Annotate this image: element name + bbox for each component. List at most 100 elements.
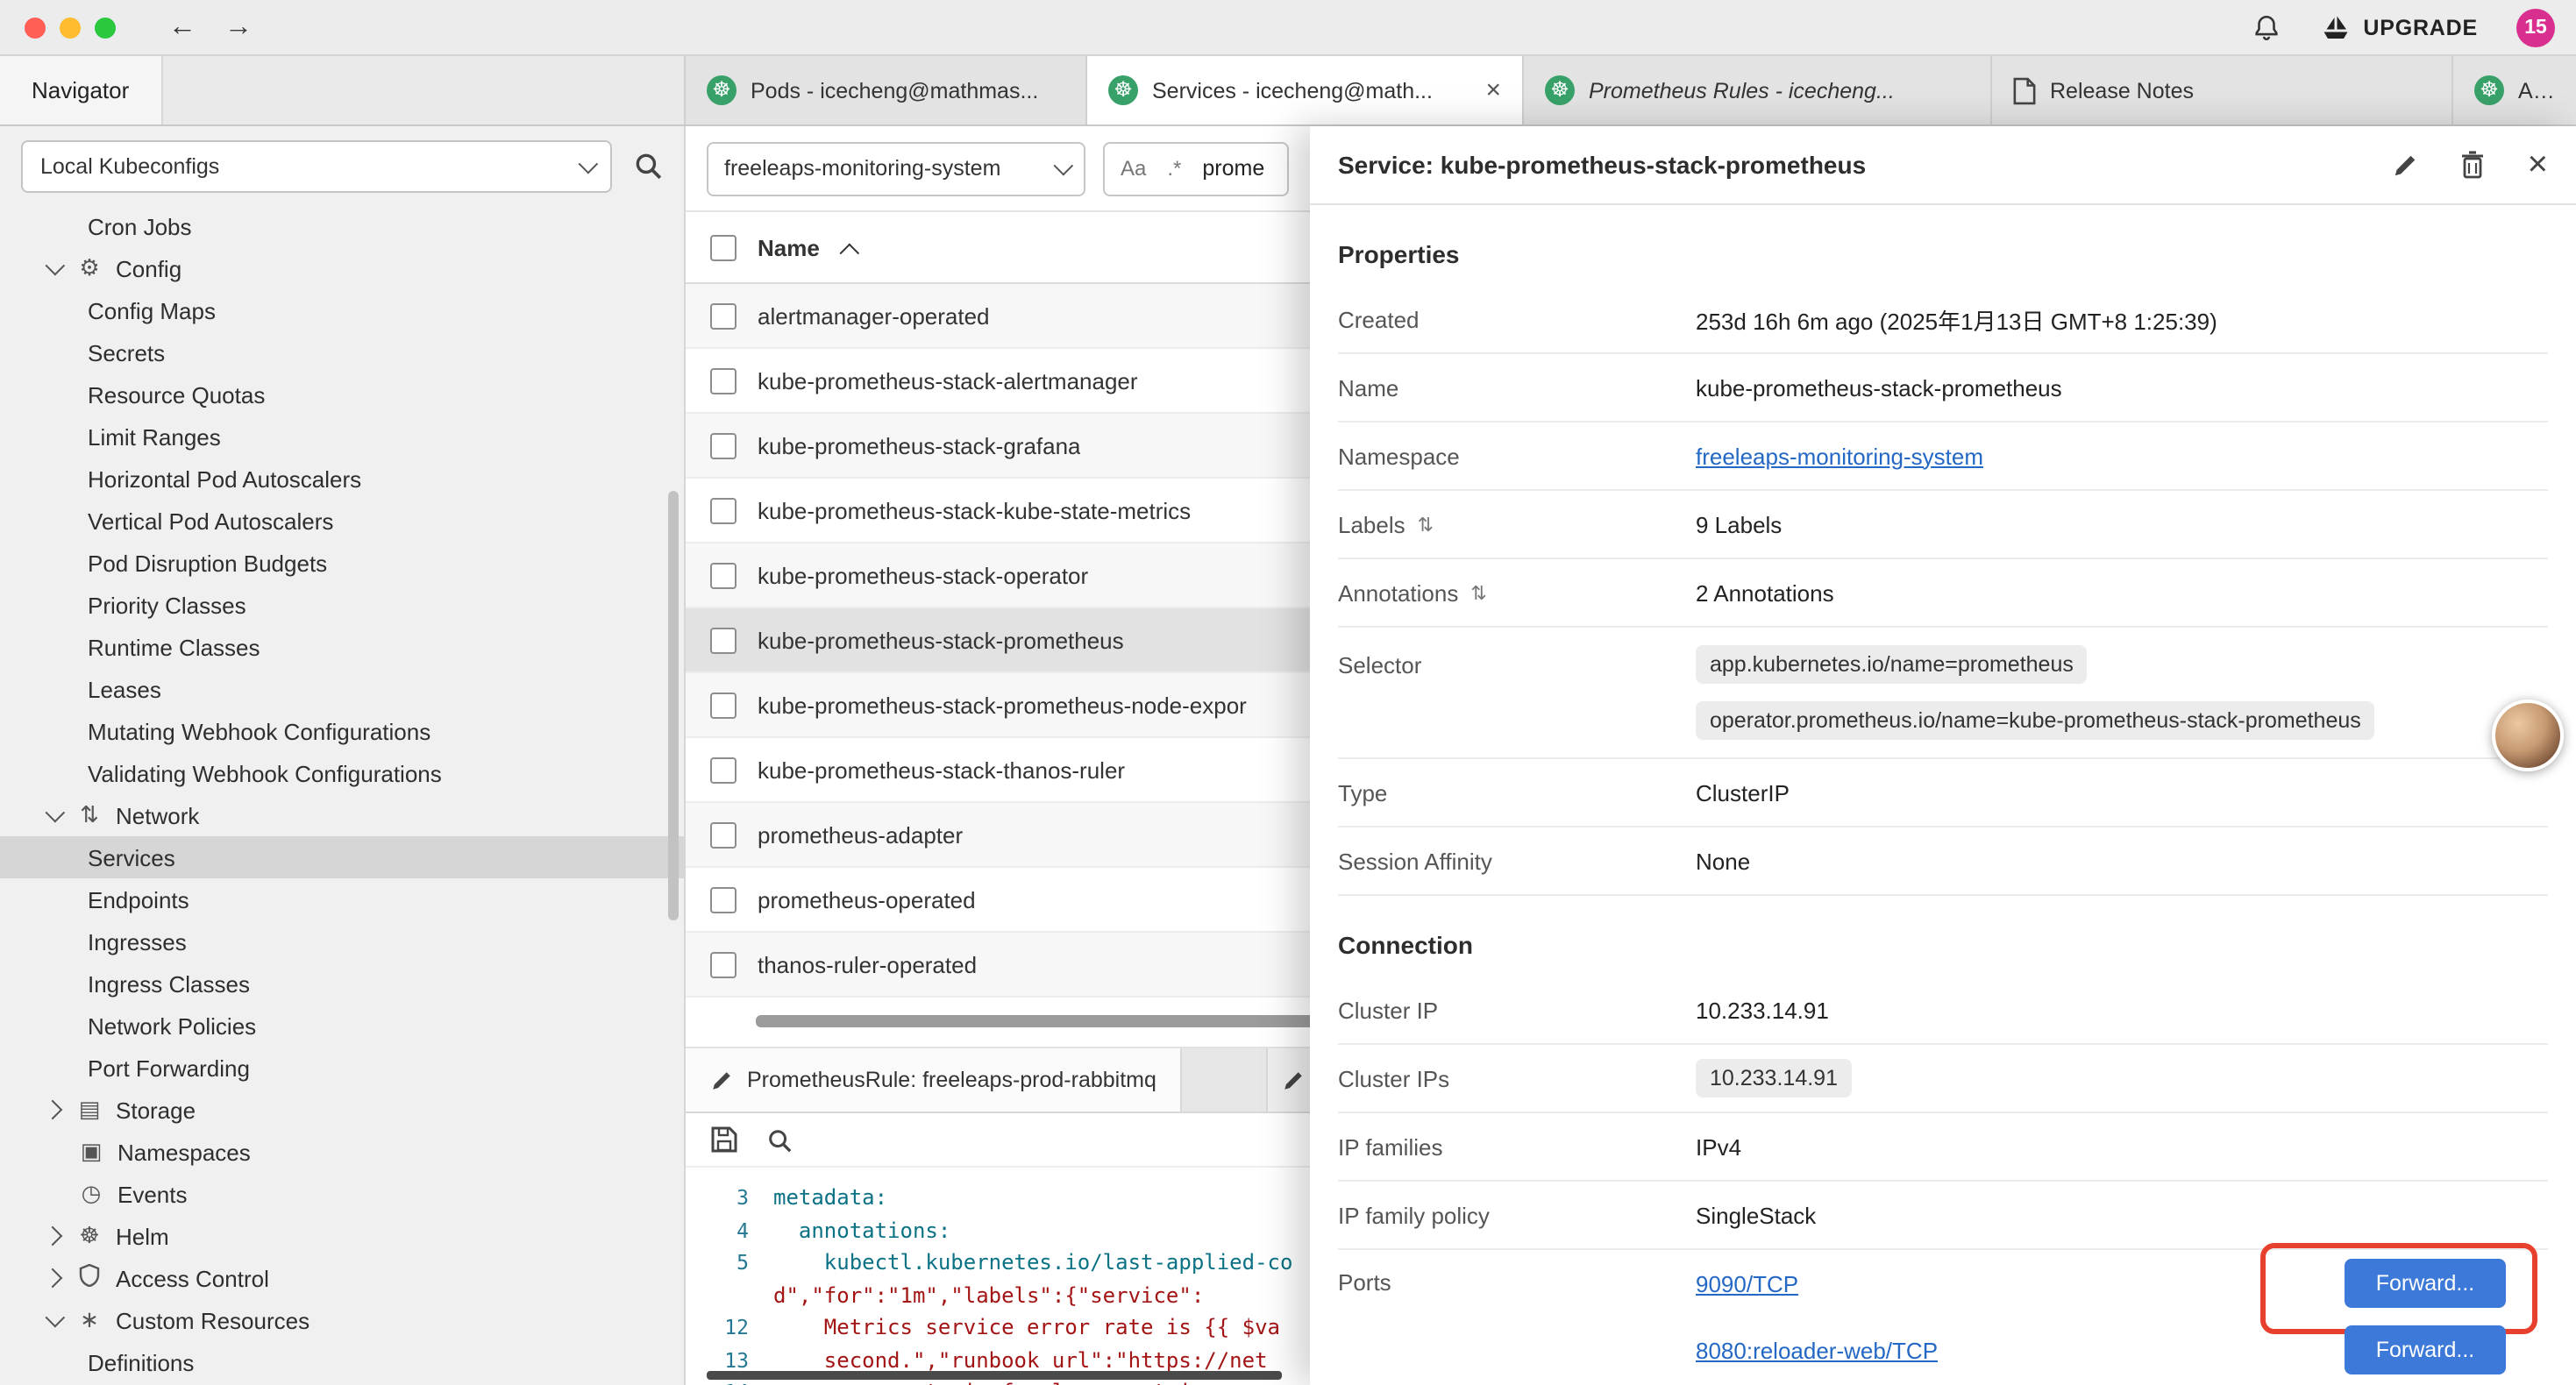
dock-tab-prometheusrule[interactable]: PrometheusRule: freeleaps-prod-rabbitmq: [686, 1048, 1183, 1112]
kubeconfig-select[interactable]: Local Kubeconfigs: [21, 139, 612, 192]
row-checkbox[interactable]: [710, 302, 737, 329]
sidebar-item-secrets[interactable]: Secrets: [0, 331, 684, 373]
sidebar-item-ingress-classes[interactable]: Ingress Classes: [0, 962, 684, 1005]
save-icon[interactable]: [710, 1126, 738, 1154]
sidebar-item-endpoints[interactable]: Endpoints: [0, 878, 684, 920]
port-link-8080-reloader-web[interactable]: 8080:reloader-web/TCP: [1696, 1337, 1938, 1363]
sidebar-item-leases[interactable]: Leases: [0, 668, 684, 710]
tab-pods[interactable]: ☸ Pods - icecheng@mathmas...: [686, 56, 1087, 124]
table-row[interactable]: kube-prometheus-stack-operator: [686, 543, 1310, 608]
namespace-link[interactable]: freeleaps-monitoring-system: [1696, 443, 1983, 469]
sidebar-item-services[interactable]: Services: [0, 836, 684, 878]
yaml-editor[interactable]: 3metadata: 4 annotations: 5 kubectl.kube…: [686, 1168, 1310, 1385]
navigator-header: Navigator: [0, 56, 686, 124]
regex-toggle[interactable]: .*: [1167, 156, 1181, 181]
drawer-header: Service: kube-prometheus-stack-prometheu…: [1310, 126, 2576, 205]
sidebar-item-events[interactable]: ◷ Events: [0, 1173, 684, 1215]
sidebar-item-port-forwarding[interactable]: Port Forwarding: [0, 1047, 684, 1089]
avatar[interactable]: [2492, 700, 2564, 771]
row-checkbox[interactable]: [710, 367, 737, 394]
table-row[interactable]: prometheus-adapter: [686, 803, 1310, 868]
window-zoom-button[interactable]: [95, 17, 116, 38]
port-forward-button[interactable]: Forward...: [2345, 1259, 2506, 1308]
row-checkbox[interactable]: [710, 821, 737, 848]
edit-icon[interactable]: [2393, 152, 2419, 178]
row-checkbox[interactable]: [710, 562, 737, 588]
notifications-bell-icon[interactable]: [2251, 11, 2281, 43]
select-all-checkbox[interactable]: [710, 234, 737, 260]
sidebar-item-validating-webhook-configurations[interactable]: Validating Webhook Configurations: [0, 752, 684, 794]
row-checkbox[interactable]: [710, 432, 737, 458]
sidebar-item-ingresses[interactable]: Ingresses: [0, 920, 684, 962]
sidebar-item-mutating-webhook-configurations[interactable]: Mutating Webhook Configurations: [0, 710, 684, 752]
close-drawer-icon[interactable]: ×: [2528, 147, 2548, 182]
sidebar-item-helm[interactable]: ☸ Helm: [0, 1215, 684, 1257]
back-button[interactable]: ←: [168, 13, 196, 41]
sidebar-item-network-policies[interactable]: Network Policies: [0, 1005, 684, 1047]
port-forward-button[interactable]: Forward...: [2345, 1325, 2506, 1374]
sidebar-item-namespaces[interactable]: ▣ Namespaces: [0, 1131, 684, 1173]
table-row[interactable]: thanos-ruler-operated: [686, 933, 1310, 998]
row-checkbox[interactable]: [710, 692, 737, 718]
table-row-selected[interactable]: kube-prometheus-stack-prometheus: [686, 608, 1310, 673]
row-checkbox[interactable]: [710, 886, 737, 913]
sidebar-item-config-maps[interactable]: Config Maps: [0, 289, 684, 331]
sidebar-item-priority-classes[interactable]: Priority Classes: [0, 584, 684, 626]
table-row[interactable]: kube-prometheus-stack-prometheus-node-ex…: [686, 673, 1310, 738]
expand-annotations-icon[interactable]: ⇅: [1470, 581, 1486, 604]
horizontal-scrollbar[interactable]: [756, 1015, 1310, 1027]
navigator-pane-tab[interactable]: Navigator: [0, 56, 162, 124]
code-line: d","for":"1m","labels":{"service":: [773, 1283, 1204, 1308]
namespace-select[interactable]: freeleaps-monitoring-system: [707, 141, 1085, 195]
sidebar-item-resource-quotas[interactable]: Resource Quotas: [0, 373, 684, 416]
search-icon[interactable]: [633, 151, 663, 181]
upgrade-button[interactable]: UPGRADE: [2319, 11, 2478, 43]
match-case-toggle[interactable]: Aa: [1121, 156, 1146, 181]
sidebar-item-storage[interactable]: ▤ Storage: [0, 1089, 684, 1131]
table-row[interactable]: prometheus-operated: [686, 868, 1310, 933]
table-row[interactable]: kube-prometheus-stack-thanos-ruler: [686, 738, 1310, 803]
sidebar-scrollbar[interactable]: [668, 491, 679, 920]
dock-tab-partial[interactable]: [1266, 1048, 1310, 1112]
sidebar-item-definitions[interactable]: Definitions: [0, 1341, 684, 1383]
sidebar-item-runtime-classes[interactable]: Runtime Classes: [0, 626, 684, 668]
port-line: 8080:reloader-web/TCP Forward...: [1696, 1317, 2548, 1383]
table-row[interactable]: kube-prometheus-stack-alertmanager: [686, 349, 1310, 414]
notification-count-badge[interactable]: 15: [2516, 8, 2555, 46]
window-close-button[interactable]: [25, 17, 46, 38]
document-icon: [2013, 76, 2036, 104]
property-row-ip-family-policy: IP family policy SingleStack: [1338, 1182, 2548, 1250]
sidebar-item-limit-ranges[interactable]: Limit Ranges: [0, 416, 684, 458]
tab-release-notes[interactable]: Release Notes: [1992, 56, 2453, 124]
sidebar-item-cron-jobs[interactable]: Cron Jobs: [0, 205, 684, 247]
sidebar-item-pod-disruption-budgets[interactable]: Pod Disruption Budgets: [0, 542, 684, 584]
row-checkbox[interactable]: [710, 756, 737, 783]
port-link-9090[interactable]: 9090/TCP: [1696, 1270, 1798, 1296]
row-checkbox[interactable]: [710, 951, 737, 977]
sidebar-item-vertical-pod-autoscalers[interactable]: Vertical Pod Autoscalers: [0, 500, 684, 542]
forward-button[interactable]: →: [224, 13, 253, 41]
tab-argo[interactable]: ☸ Argo S...: [2453, 56, 2576, 124]
name-column-header[interactable]: Name: [758, 234, 820, 260]
table-row[interactable]: alertmanager-operated: [686, 284, 1310, 349]
editor-horizontal-scrollbar[interactable]: [707, 1371, 1282, 1380]
sidebar-item-config[interactable]: ⚙ Config: [0, 247, 684, 289]
search-input[interactable]: Aa .* prome: [1103, 141, 1289, 195]
sidebar-item-network[interactable]: ⇅ Network: [0, 794, 684, 836]
property-row-ports: Ports 9090/TCP Forward... 8080:reloader-…: [1338, 1250, 2548, 1383]
expand-labels-icon[interactable]: ⇅: [1418, 513, 1434, 536]
row-checkbox[interactable]: [710, 497, 737, 523]
search-icon[interactable]: [766, 1126, 793, 1153]
close-tab-icon[interactable]: ×: [1475, 75, 1501, 105]
tab-prometheus-rules[interactable]: ☸ Prometheus Rules - icecheng...: [1524, 56, 1992, 124]
table-row[interactable]: kube-prometheus-stack-grafana: [686, 414, 1310, 479]
row-checkbox[interactable]: [710, 627, 737, 653]
sidebar-item-custom-resources[interactable]: ∗ Custom Resources: [0, 1299, 684, 1341]
sidebar-item-horizontal-pod-autoscalers[interactable]: Horizontal Pod Autoscalers: [0, 458, 684, 500]
sort-ascending-icon[interactable]: [840, 244, 860, 264]
table-row[interactable]: kube-prometheus-stack-kube-state-metrics: [686, 479, 1310, 543]
sidebar-item-access-control[interactable]: Access Control: [0, 1257, 684, 1299]
tab-services[interactable]: ☸ Services - icecheng@math... ×: [1087, 56, 1524, 124]
delete-trash-icon[interactable]: [2461, 151, 2486, 179]
window-minimize-button[interactable]: [60, 17, 81, 38]
